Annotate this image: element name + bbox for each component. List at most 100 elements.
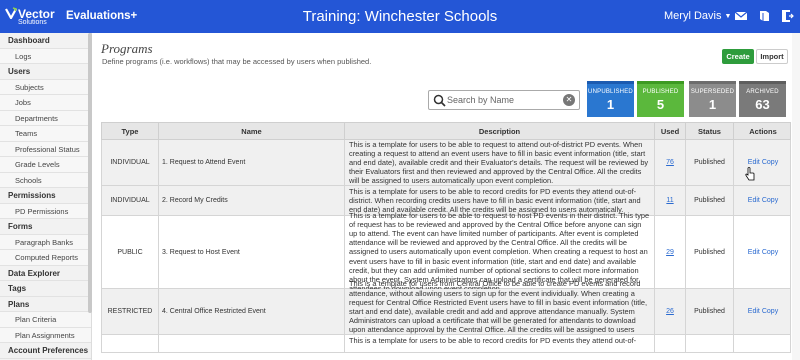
logo-line2: Solutions	[18, 19, 47, 26]
copy-link[interactable]: Copy	[762, 159, 778, 166]
cell-type: RESTRICTED	[102, 289, 159, 334]
cell-used: 26	[655, 289, 686, 334]
used-count-link[interactable]: 29	[666, 249, 674, 256]
sidebar-item-departments[interactable]: Departments	[0, 110, 91, 126]
cell-actions: Edit Copy	[734, 186, 792, 215]
sidebar-item-jobs[interactable]: Jobs	[0, 95, 91, 111]
cell-name: 3. Request to Host Event	[159, 216, 345, 288]
hand-cursor-icon	[745, 167, 755, 181]
sidebar-section-account-preferences[interactable]: Account Preferences	[0, 343, 91, 359]
cell-actions: Edit Copy	[734, 216, 792, 288]
sidebar-item-grade-levels[interactable]: Grade Levels	[0, 157, 91, 173]
program-name: 2. Record My Credits	[162, 197, 228, 204]
program-description: This is a template for users to be able …	[349, 336, 637, 345]
tile-label: SUPERSEDED	[690, 89, 735, 95]
used-count-link[interactable]: 76	[666, 159, 674, 166]
tile-count: 63	[755, 97, 770, 112]
col-header-description: Description	[345, 123, 655, 140]
cell-name: 1. Request to Attend Event	[159, 140, 345, 185]
used-count-link[interactable]: 26	[666, 308, 674, 315]
vector-logo-icon	[5, 7, 17, 19]
cell-status: Published	[686, 186, 734, 215]
main-content: Programs Define programs (i.e. workflows…	[92, 33, 800, 360]
edit-link[interactable]: Edit	[748, 308, 760, 315]
cell-name	[159, 335, 345, 352]
cell-used	[655, 335, 686, 352]
program-name: 4. Central Office Restricted Event	[162, 308, 266, 315]
type-text: INDIVIDUAL	[110, 159, 150, 166]
table-body: INDIVIDUAL 1. Request to Attend Event This…	[101, 140, 791, 353]
sidebar-section-data-explorer[interactable]: Data Explorer	[0, 265, 91, 281]
col-header-used[interactable]: Used	[655, 123, 686, 140]
cell-type: PUBLIC	[102, 216, 159, 288]
create-button[interactable]: Create	[722, 49, 754, 64]
sidebar-section-plans[interactable]: Plans	[0, 296, 91, 312]
edit-link[interactable]: Edit	[748, 159, 760, 166]
col-header-type[interactable]: Type	[102, 123, 159, 140]
sidebar-section-tags[interactable]: Tags	[0, 281, 91, 297]
sidebar-item-pd-permissions[interactable]: PD Permissions	[0, 203, 91, 219]
sidebar-item-plan-criteria[interactable]: Plan Criteria	[0, 312, 91, 328]
sidebar-section-permissions[interactable]: Permissions	[0, 188, 91, 204]
user-menu[interactable]: Meryl Davis ▼	[664, 10, 731, 22]
copy-link[interactable]: Copy	[762, 197, 778, 204]
program-name: 1. Request to Attend Event	[162, 159, 246, 166]
door-icon[interactable]	[780, 9, 794, 23]
status-text: Published	[694, 197, 725, 204]
tile-unpublished[interactable]: UNPUBLISHED 1	[587, 81, 634, 117]
sidebar-item-teams[interactable]: Teams	[0, 126, 91, 142]
clear-search-icon[interactable]: ✕	[563, 94, 575, 106]
cell-status: Published	[686, 289, 734, 334]
programs-heading: Programs	[101, 41, 153, 56]
copy-link[interactable]: Copy	[762, 249, 778, 256]
tile-superseded[interactable]: SUPERSEDED 1	[689, 81, 736, 117]
cell-type: INDIVIDUAL	[102, 186, 159, 215]
sidebar-section-forms[interactable]: Forms	[0, 219, 91, 235]
sidebar-nav: Dashboard Logs Users Subjects Jobs Department…	[0, 33, 92, 360]
programs-table: Type Name Description Used Status Action…	[101, 122, 791, 353]
tile-count: 5	[656, 97, 665, 112]
import-button[interactable]: Import	[756, 49, 788, 64]
sidebar-item-paragraph-banks[interactable]: Paragraph Banks	[0, 234, 91, 250]
sidebar-item-professional-status[interactable]: Professional Status	[0, 141, 91, 157]
chevron-down-icon: ▼	[724, 13, 732, 20]
sidebar-item-subjects[interactable]: Subjects	[0, 79, 91, 95]
vector-solutions-logo[interactable]: Vector Solutions	[5, 5, 61, 29]
search-placeholder: Search by Name	[447, 95, 515, 105]
used-count-link[interactable]: 11	[666, 197, 673, 204]
tile-archived[interactable]: ARCHIVED 63	[739, 81, 786, 117]
sidebar-item-plan-assignments[interactable]: Plan Assignments	[0, 327, 91, 343]
cell-actions: Edit Copy	[734, 289, 792, 334]
cell-actions: Edit Copy	[734, 140, 792, 185]
table-header: Type Name Description Used Status Action…	[101, 122, 791, 140]
tile-label: PUBLISHED	[642, 89, 679, 95]
sidebar-section-users[interactable]: Users	[0, 64, 91, 80]
search-icon	[433, 94, 446, 107]
type-text: PUBLIC	[117, 248, 143, 256]
col-header-actions: Actions	[749, 127, 777, 136]
page-scrollbar[interactable]	[792, 33, 800, 360]
copy-link[interactable]: Copy	[762, 308, 778, 315]
tile-label: UNPUBLISHED	[588, 89, 633, 95]
cell-used: 76	[655, 140, 686, 185]
cell-actions	[734, 335, 790, 352]
edit-link[interactable]: Edit	[748, 249, 760, 256]
tile-label: ARCHIVED	[746, 89, 779, 95]
sidebar-item-computed-reports[interactable]: Computed Reports	[0, 250, 91, 266]
sidebar-section-dashboard[interactable]: Dashboard	[0, 33, 91, 49]
search-input[interactable]: Search by Name ✕	[428, 90, 580, 110]
col-header-name[interactable]: Name	[159, 123, 345, 140]
user-name: Meryl Davis	[664, 10, 722, 22]
mail-icon[interactable]	[734, 9, 748, 23]
cell-name: 4. Central Office Restricted Event	[159, 289, 345, 334]
col-header-status[interactable]: Status	[686, 123, 734, 140]
app-name[interactable]: Evaluations+	[66, 10, 137, 22]
tile-published[interactable]: PUBLISHED 5	[637, 81, 684, 117]
sidebar-item-schools[interactable]: Schools	[0, 172, 91, 188]
table-row: This is a template for users to be able …	[101, 335, 791, 353]
edit-link[interactable]: Edit	[748, 197, 760, 204]
book-icon[interactable]	[758, 9, 772, 23]
sidebar-item-logs[interactable]: Logs	[0, 48, 91, 64]
programs-description: Define programs (i.e. workflows) that ma…	[102, 57, 372, 66]
cell-used: 11	[655, 186, 686, 215]
